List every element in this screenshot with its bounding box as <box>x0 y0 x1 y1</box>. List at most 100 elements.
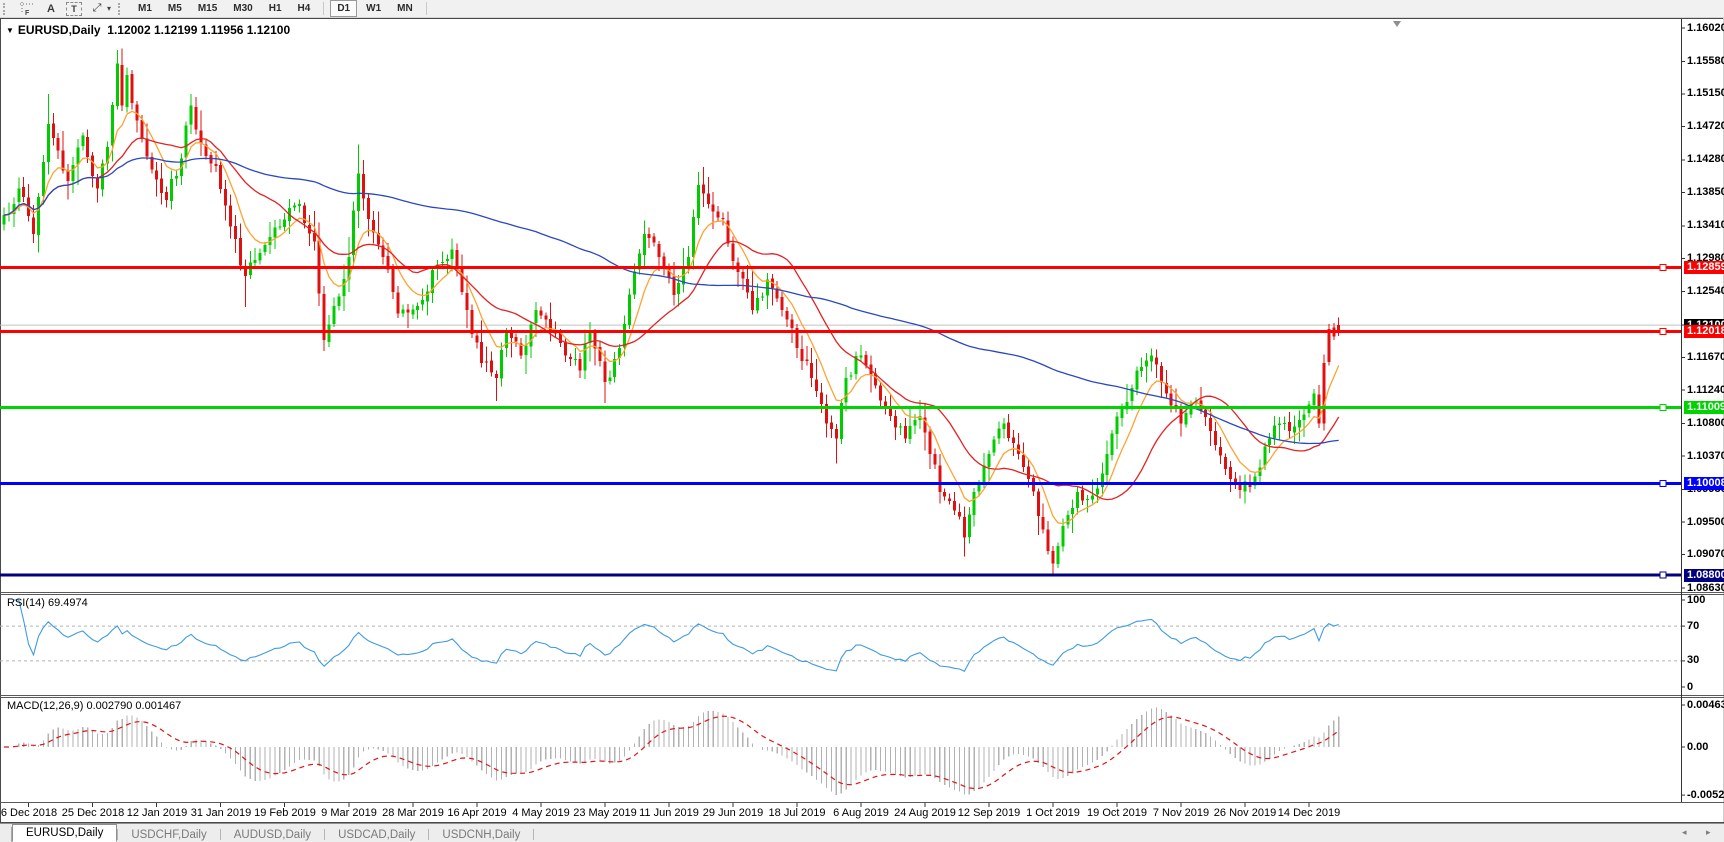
chart-ohlc-readout: 1.12002 1.12199 1.11956 1.12100 <box>107 23 290 37</box>
price-axis-tick-label: 1.12540 <box>1687 285 1724 298</box>
date-axis-label: 7 Nov 2019 <box>1153 807 1209 819</box>
date-axis-label: 6 Aug 2019 <box>833 807 889 819</box>
rsi-axis-tick-label: 100 <box>1687 594 1724 607</box>
date-axis-label: 23 May 2019 <box>573 807 637 819</box>
price-axis-tick-label: 1.11670 <box>1687 351 1724 364</box>
rsi-pane <box>0 600 1685 687</box>
toolbar-drag-handle[interactable] <box>3 3 10 15</box>
hline-price-label-1.08800[interactable]: 1.08800 <box>1684 569 1724 582</box>
price-axis-tick-label: 1.15580 <box>1687 55 1724 68</box>
candles-layer <box>3 49 1341 576</box>
timeframe-button-m30[interactable]: M30 <box>226 0 259 17</box>
date-axis-label: 29 Jun 2019 <box>703 807 764 819</box>
hline-handle[interactable] <box>1660 572 1666 578</box>
timeframe-buttons: M1M5M15M30H1H4 D1W1MN <box>130 0 432 17</box>
date-axis-label: 12 Sep 2019 <box>958 807 1020 819</box>
macd-histogram <box>4 708 1339 795</box>
timeframe-button-h1[interactable]: H1 <box>262 0 289 17</box>
price-axis-tick-label: 1.14280 <box>1687 153 1724 166</box>
arrows-dropdown-caret-icon[interactable]: ▾ <box>107 4 111 13</box>
price-axis-tick-label: 1.10370 <box>1687 450 1724 463</box>
price-axis-tick-label: 1.13410 <box>1687 219 1724 232</box>
date-axis-label: 18 Jul 2019 <box>769 807 826 819</box>
chart-tab-usdchf-daily[interactable]: USDCHF,Daily <box>118 827 219 842</box>
timeframe-button-m1[interactable]: M1 <box>131 0 159 17</box>
ma-medium-line <box>4 138 1339 500</box>
hline-handle[interactable] <box>1660 481 1666 487</box>
macd-axis-tick-label: 0.00 <box>1687 741 1724 754</box>
date-axis-label: 16 Apr 2019 <box>447 807 506 819</box>
toolbar-separator <box>323 2 324 15</box>
price-axis-tick-label: 1.14720 <box>1687 120 1724 133</box>
tab-separator <box>533 829 534 840</box>
hline-price-label-1.11009[interactable]: 1.11009 <box>1684 401 1724 414</box>
date-axis-label: 4 May 2019 <box>512 807 569 819</box>
timeframe-button-w1[interactable]: W1 <box>359 0 388 17</box>
date-axis-label: 26 Nov 2019 <box>1214 807 1276 819</box>
macd-axis-tick-label: -0.005299 <box>1687 789 1724 802</box>
text-box-icon[interactable]: T <box>66 2 82 16</box>
date-axis-label: 1 Oct 2019 <box>1026 807 1080 819</box>
rsi-axis-tick-label: 0 <box>1687 681 1724 694</box>
hline-handle[interactable] <box>1660 328 1666 334</box>
date-axis-label: 28 Mar 2019 <box>382 807 444 819</box>
date-axis-label: 31 Jan 2019 <box>191 807 252 819</box>
collapse-arrow-icon[interactable]: ▼ <box>6 26 14 35</box>
date-axis-label: 19 Oct 2019 <box>1087 807 1147 819</box>
chart-tab-bar: EURUSD,DailyUSDCHF,DailyAUDUSD,DailyUSDC… <box>0 823 1724 842</box>
timeframe-button-mn[interactable]: MN <box>390 0 420 17</box>
timeframe-toolbar-drag-handle[interactable] <box>118 3 125 15</box>
macd-pane <box>4 708 1339 795</box>
timeframe-button-m15[interactable]: M15 <box>191 0 224 17</box>
chart-tab-usdcad-daily[interactable]: USDCAD,Daily <box>325 827 428 842</box>
chart-shift-marker-icon[interactable] <box>1393 21 1401 27</box>
chart-canvas[interactable] <box>0 18 1724 823</box>
price-axis-tick-label: 1.16020 <box>1687 22 1724 35</box>
price-axis-tick-label: 1.09500 <box>1687 516 1724 529</box>
text-label-icon[interactable]: A <box>42 1 60 16</box>
chart-tab-usdcnh-daily[interactable]: USDCNH,Daily <box>429 827 533 842</box>
price-axis-tick-label: 1.09070 <box>1687 548 1724 561</box>
chart-frame <box>0 18 1724 823</box>
toolbar: F A T ⤢ ▾ M1M5M15M30H1H4 D1W1MN <box>0 0 1724 18</box>
hline-handle[interactable] <box>1660 265 1666 271</box>
date-axis-label: 12 Jan 2019 <box>127 807 188 819</box>
macd-axis-tick-label: 0.00463 <box>1687 699 1724 712</box>
price-axis-tick-label: 1.10800 <box>1687 417 1724 430</box>
rsi-indicator-label: RSI(14) 69.4974 <box>7 597 88 609</box>
date-axis-label: 24 Aug 2019 <box>894 807 956 819</box>
price-axis-tick-label: 1.13850 <box>1687 186 1724 199</box>
price-axis-tick-label: 1.11240 <box>1687 384 1724 397</box>
date-axis-label: 6 Dec 2018 <box>1 807 57 819</box>
arrows-tool-icon[interactable]: ⤢ <box>88 1 106 16</box>
date-axis-label: 11 Jun 2019 <box>639 807 699 819</box>
price-axis-tick-label: 1.15150 <box>1687 87 1724 100</box>
chart-tab-eurusd-daily[interactable]: EURUSD,Daily <box>12 824 117 842</box>
ma-slow-line <box>4 158 1339 444</box>
ma-fast-line <box>4 111 1339 523</box>
tab-scroll-left-icon[interactable]: ◂ <box>1682 827 1687 838</box>
hline-price-label-1.12859[interactable]: 1.12859 <box>1684 261 1724 274</box>
chart-tabs: EURUSD,DailyUSDCHF,DailyAUDUSD,DailyUSDC… <box>12 824 534 842</box>
fibonacci-glyph: F <box>19 1 35 16</box>
rsi-axis-tick-label: 30 <box>1687 654 1724 667</box>
timeframe-button-m5[interactable]: M5 <box>161 0 189 17</box>
fibonacci-retracement-icon[interactable]: F <box>18 1 36 16</box>
hline-handle[interactable] <box>1660 405 1666 411</box>
date-axis-label: 25 Dec 2018 <box>62 807 124 819</box>
timeframe-button-d1[interactable]: D1 <box>330 0 357 17</box>
date-axis-label: 19 Feb 2019 <box>254 807 316 819</box>
date-axis-label: 9 Mar 2019 <box>321 807 377 819</box>
macd-signal-line <box>4 716 1339 788</box>
tab-scroll-right-icon[interactable]: ▸ <box>1706 827 1711 838</box>
hline-price-label-1.12018[interactable]: 1.12018 <box>1684 325 1724 338</box>
date-axis-label: 14 Dec 2019 <box>1278 807 1340 819</box>
rsi-axis-tick-label: 70 <box>1687 620 1724 633</box>
svg-text:F: F <box>25 10 30 16</box>
chart-title: ▼EURUSD,Daily 1.12002 1.12199 1.11956 1.… <box>6 23 290 37</box>
pane-separators[interactable] <box>0 593 1724 803</box>
hline-price-label-1.10008[interactable]: 1.10008 <box>1684 477 1724 490</box>
macd-indicator-label: MACD(12,26,9) 0.002790 0.001467 <box>7 700 181 712</box>
chart-tab-audusd-daily[interactable]: AUDUSD,Daily <box>221 827 324 842</box>
timeframe-button-h4[interactable]: H4 <box>291 0 318 17</box>
